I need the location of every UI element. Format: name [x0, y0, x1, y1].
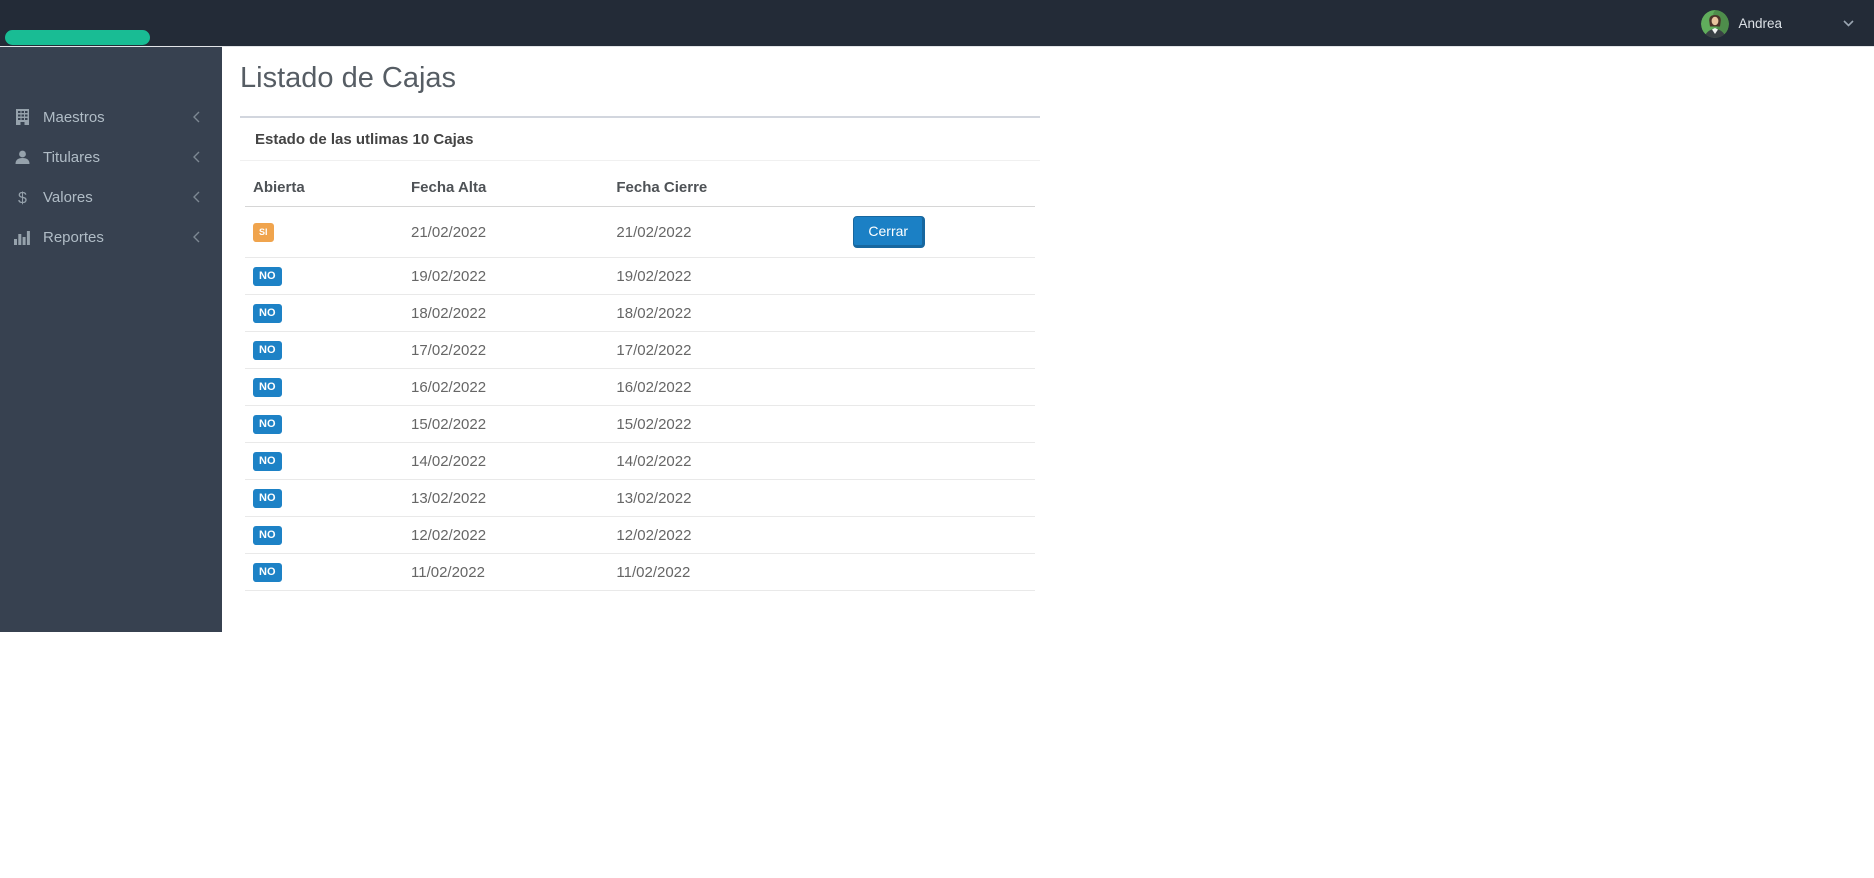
fecha-alta-cell: 17/02/2022	[403, 331, 609, 369]
col-header-actions	[845, 169, 1035, 207]
dollar-icon: $	[12, 189, 32, 206]
fecha-cierre-cell: 13/02/2022	[608, 479, 846, 517]
fecha-alta-cell: 16/02/2022	[403, 368, 609, 406]
cajas-table: Abierta Fecha Alta Fecha Cierre SI 21/02…	[245, 169, 1035, 591]
status-badge: SI	[253, 223, 274, 242]
status-badge: NO	[253, 563, 282, 582]
col-header-fecha-cierre: Fecha Cierre	[608, 169, 846, 207]
fecha-alta-cell: 12/02/2022	[403, 516, 609, 554]
fecha-alta-cell: 18/02/2022	[403, 294, 609, 332]
fecha-alta-cell: 19/02/2022	[403, 257, 609, 295]
sidebar-item-valores[interactable]: $ Valores	[0, 177, 222, 217]
chevron-left-icon	[193, 231, 200, 243]
sidebar-item-label: Reportes	[43, 228, 104, 246]
fecha-alta-cell: 14/02/2022	[403, 442, 609, 480]
sidebar: Maestros Titulares $ Valores Reportes	[0, 47, 222, 632]
chevron-down-icon	[1843, 20, 1854, 27]
table-row: NO 14/02/2022 14/02/2022	[245, 442, 1035, 480]
table-row: NO 17/02/2022 17/02/2022	[245, 331, 1035, 369]
table-row: NO 13/02/2022 13/02/2022	[245, 479, 1035, 517]
status-badge: NO	[253, 489, 282, 508]
table-row: NO 11/02/2022 11/02/2022	[245, 553, 1035, 591]
page-title: Listado de Cajas	[240, 62, 457, 94]
sidebar-item-label: Valores	[43, 188, 93, 206]
sidebar-menu: Maestros Titulares $ Valores Reportes	[0, 47, 222, 257]
fecha-cierre-cell: 14/02/2022	[608, 442, 846, 480]
status-badge: NO	[253, 526, 282, 545]
fecha-cierre-cell: 16/02/2022	[608, 368, 846, 406]
status-badge: NO	[253, 415, 282, 434]
chevron-left-icon	[193, 151, 200, 163]
brand-logo[interactable]	[5, 30, 150, 45]
fecha-alta-cell: 15/02/2022	[403, 405, 609, 443]
fecha-cierre-cell: 21/02/2022	[608, 206, 846, 258]
fecha-cierre-cell: 18/02/2022	[608, 294, 846, 332]
main-content: Listado de Cajas Estado de las utlimas 1…	[222, 47, 1874, 878]
bar-chart-icon	[12, 230, 32, 245]
cerrar-button[interactable]: Cerrar	[853, 216, 926, 248]
status-badge: NO	[253, 452, 282, 471]
status-badge: NO	[253, 378, 282, 397]
fecha-alta-cell: 11/02/2022	[403, 553, 609, 591]
svg-text:$: $	[18, 190, 27, 206]
table-row: NO 18/02/2022 18/02/2022	[245, 294, 1035, 332]
col-header-abierta: Abierta	[245, 169, 403, 207]
user-menu[interactable]: Andrea	[1695, 0, 1860, 47]
col-header-fecha-alta: Fecha Alta	[403, 169, 609, 207]
fecha-cierre-cell: 19/02/2022	[608, 257, 846, 295]
sidebar-item-titulares[interactable]: Titulares	[0, 137, 222, 177]
chevron-left-icon	[193, 191, 200, 203]
fecha-alta-cell: 21/02/2022	[403, 206, 609, 258]
cajas-box: Estado de las utlimas 10 Cajas Abierta F…	[240, 116, 1040, 596]
user-name: Andrea	[1738, 16, 1782, 31]
status-badge: NO	[253, 341, 282, 360]
chevron-left-icon	[193, 111, 200, 123]
top-navbar: Andrea	[0, 0, 1874, 47]
user-icon	[12, 150, 32, 165]
user-avatar	[1701, 9, 1730, 38]
table-row: SI 21/02/2022 21/02/2022 Cerrar	[245, 206, 1035, 258]
fecha-cierre-cell: 11/02/2022	[608, 553, 846, 591]
sidebar-item-reportes[interactable]: Reportes	[0, 217, 222, 257]
fecha-cierre-cell: 12/02/2022	[608, 516, 846, 554]
avatar-image	[1701, 9, 1730, 38]
status-badge: NO	[253, 304, 282, 323]
fecha-alta-cell: 13/02/2022	[403, 479, 609, 517]
sidebar-item-label: Maestros	[43, 108, 105, 126]
box-header-title: Estado de las utlimas 10 Cajas	[240, 118, 1040, 161]
table-row: NO 16/02/2022 16/02/2022	[245, 368, 1035, 406]
sidebar-item-maestros[interactable]: Maestros	[0, 97, 222, 137]
table-row: NO 15/02/2022 15/02/2022	[245, 405, 1035, 443]
box-body: Abierta Fecha Alta Fecha Cierre SI 21/02…	[240, 161, 1040, 596]
table-row: NO 12/02/2022 12/02/2022	[245, 516, 1035, 554]
fecha-cierre-cell: 15/02/2022	[608, 405, 846, 443]
sidebar-item-label: Titulares	[43, 148, 100, 166]
table-row: NO 19/02/2022 19/02/2022	[245, 257, 1035, 295]
fecha-cierre-cell: 17/02/2022	[608, 331, 846, 369]
status-badge: NO	[253, 267, 282, 286]
building-icon	[12, 109, 32, 125]
table-header-row: Abierta Fecha Alta Fecha Cierre	[245, 169, 1035, 207]
